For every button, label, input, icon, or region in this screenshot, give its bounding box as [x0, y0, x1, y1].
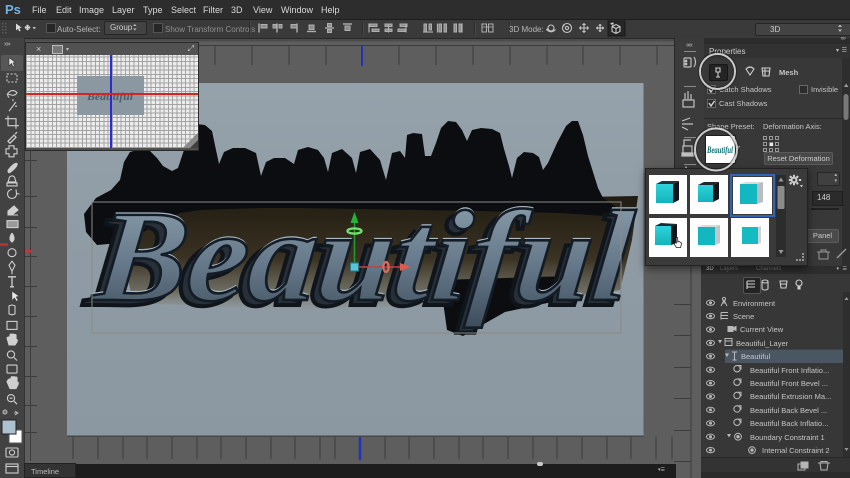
- svg-text:»»: »»: [4, 41, 11, 48]
- svg-text:Beautiful: Beautiful: [87, 185, 640, 329]
- svg-text:Beautiful: Beautiful: [706, 145, 733, 155]
